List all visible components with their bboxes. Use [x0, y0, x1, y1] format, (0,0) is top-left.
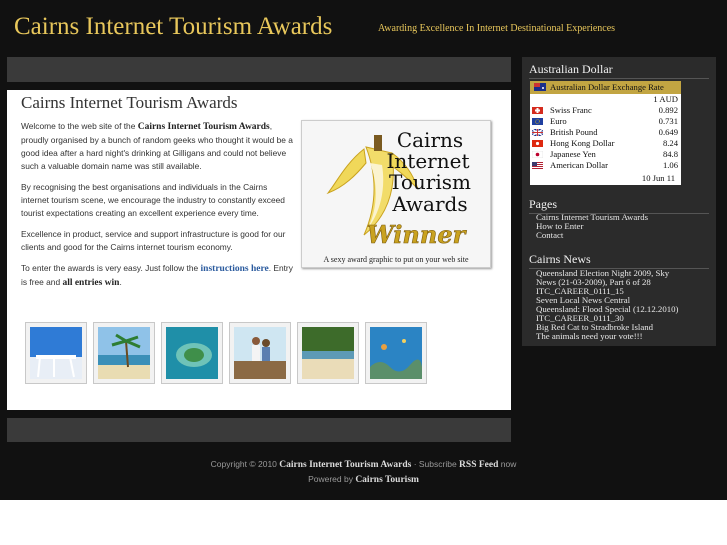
news-item[interactable]: The animals need your vote!!! — [536, 332, 711, 341]
site-title[interactable]: Cairns Internet Tourism Awards — [14, 13, 332, 41]
hong-kong-flag-icon — [532, 140, 543, 147]
fx-row: Swiss Franc 0.892 — [530, 105, 681, 116]
pages-list: Cairns Internet Tourism Awards How to En… — [536, 213, 711, 240]
rainforest-beach-photo — [302, 327, 354, 379]
thumbnail-2[interactable] — [93, 322, 155, 384]
fx-row: British Pound 0.649 — [530, 127, 681, 138]
australia-flag-icon — [534, 83, 546, 91]
paragraph-welcome: Welcome to the web site of the Cairns In… — [21, 121, 293, 171]
thumbnail-5[interactable] — [297, 322, 359, 384]
award-caption: A sexy award graphic to put on your web … — [323, 255, 469, 264]
award-line-4: Awards — [391, 192, 467, 216]
footer-copyright-line: Copyright © 2010 Cairns Internet Tourism… — [210, 459, 517, 470]
footer: Copyright © 2010 Cairns Internet Tourism… — [0, 457, 727, 487]
page-link-contact[interactable]: Contact — [536, 231, 711, 240]
page-title: Cairns Internet Tourism Awards — [21, 93, 238, 112]
beach-pier-photo — [30, 327, 82, 379]
sidebar: Australian Dollar Australian Dollar Exch… — [522, 57, 716, 346]
main-content: Cairns Internet Tourism Awards Welcome t… — [7, 90, 511, 410]
thumbnail-1[interactable] — [25, 322, 87, 384]
fx-row: Euro 0.731 — [530, 116, 681, 127]
news-heading: Cairns News — [529, 252, 591, 266]
intro-text: Welcome to the web site of the Cairns In… — [21, 120, 293, 298]
eu-flag-icon — [532, 118, 543, 125]
uk-flag-icon — [532, 129, 543, 136]
swiss-flag-icon — [532, 107, 543, 114]
us-flag-icon — [532, 162, 543, 169]
paragraph-enter: To enter the awards is very easy. Just f… — [21, 263, 293, 288]
coral-reef-photo — [370, 327, 422, 379]
exchange-rate-widget: Australian Dollar Exchange Rate 1 AUD Sw… — [530, 81, 681, 185]
thumbnail-3[interactable] — [161, 322, 223, 384]
fx-row: American Dollar 1.06 — [530, 160, 681, 171]
award-line-5: Winner — [367, 220, 468, 249]
footer-site-link[interactable]: Cairns Internet Tourism Awards — [279, 460, 411, 470]
bottom-bar — [7, 418, 511, 442]
pages-heading: Pages — [529, 197, 557, 211]
fx-base: 1 AUD — [653, 94, 678, 104]
fx-date: 10 Jun 11 — [641, 173, 675, 183]
award-graphic[interactable]: Cairns Internet Tourism Awards Winner A … — [301, 120, 491, 268]
palm-tree-beach-photo — [98, 327, 150, 379]
instructions-link[interactable]: instructions here — [201, 264, 269, 274]
footer-powered-line: Powered by Cairns Tourism — [308, 474, 419, 485]
site-wrapper: Cairns Internet Tourism Awards Awarding … — [0, 0, 727, 500]
couple-jetty-photo — [234, 327, 286, 379]
fx-row: Hong Kong Dollar 8.24 — [530, 138, 681, 149]
all-entries-win-bold: all entries win — [62, 278, 120, 288]
fx-header: Australian Dollar Exchange Rate — [530, 81, 681, 94]
fx-title: Australian Dollar Exchange Rate — [550, 82, 664, 92]
paragraph-recognising: By recognising the best organisations an… — [21, 182, 285, 218]
japan-flag-icon — [532, 151, 543, 158]
dollar-heading: Australian Dollar — [529, 62, 613, 76]
site-tagline: Awarding Excellence In Internet Destinat… — [378, 23, 616, 34]
award-banana-image: Cairns Internet Tourism Awards Winner — [326, 128, 471, 249]
award-line-3: Tourism — [389, 170, 471, 194]
rss-feed-link[interactable]: RSS Feed — [459, 460, 498, 470]
site-name-bold: Cairns Internet Tourism Awards — [137, 122, 270, 132]
paragraph-excellence: Excellence in product, service and suppo… — [21, 229, 286, 252]
thumbnail-4[interactable] — [229, 322, 291, 384]
divider — [529, 78, 709, 79]
news-list: Queensland Election Night 2009, Sky News… — [536, 269, 711, 341]
top-nav-bar — [7, 57, 511, 82]
island-aerial-photo — [166, 327, 218, 379]
powered-by-link[interactable]: Cairns Tourism — [355, 475, 419, 485]
fx-row: Japanese Yen 84.8 — [530, 149, 681, 160]
thumbnail-6[interactable] — [365, 322, 427, 384]
